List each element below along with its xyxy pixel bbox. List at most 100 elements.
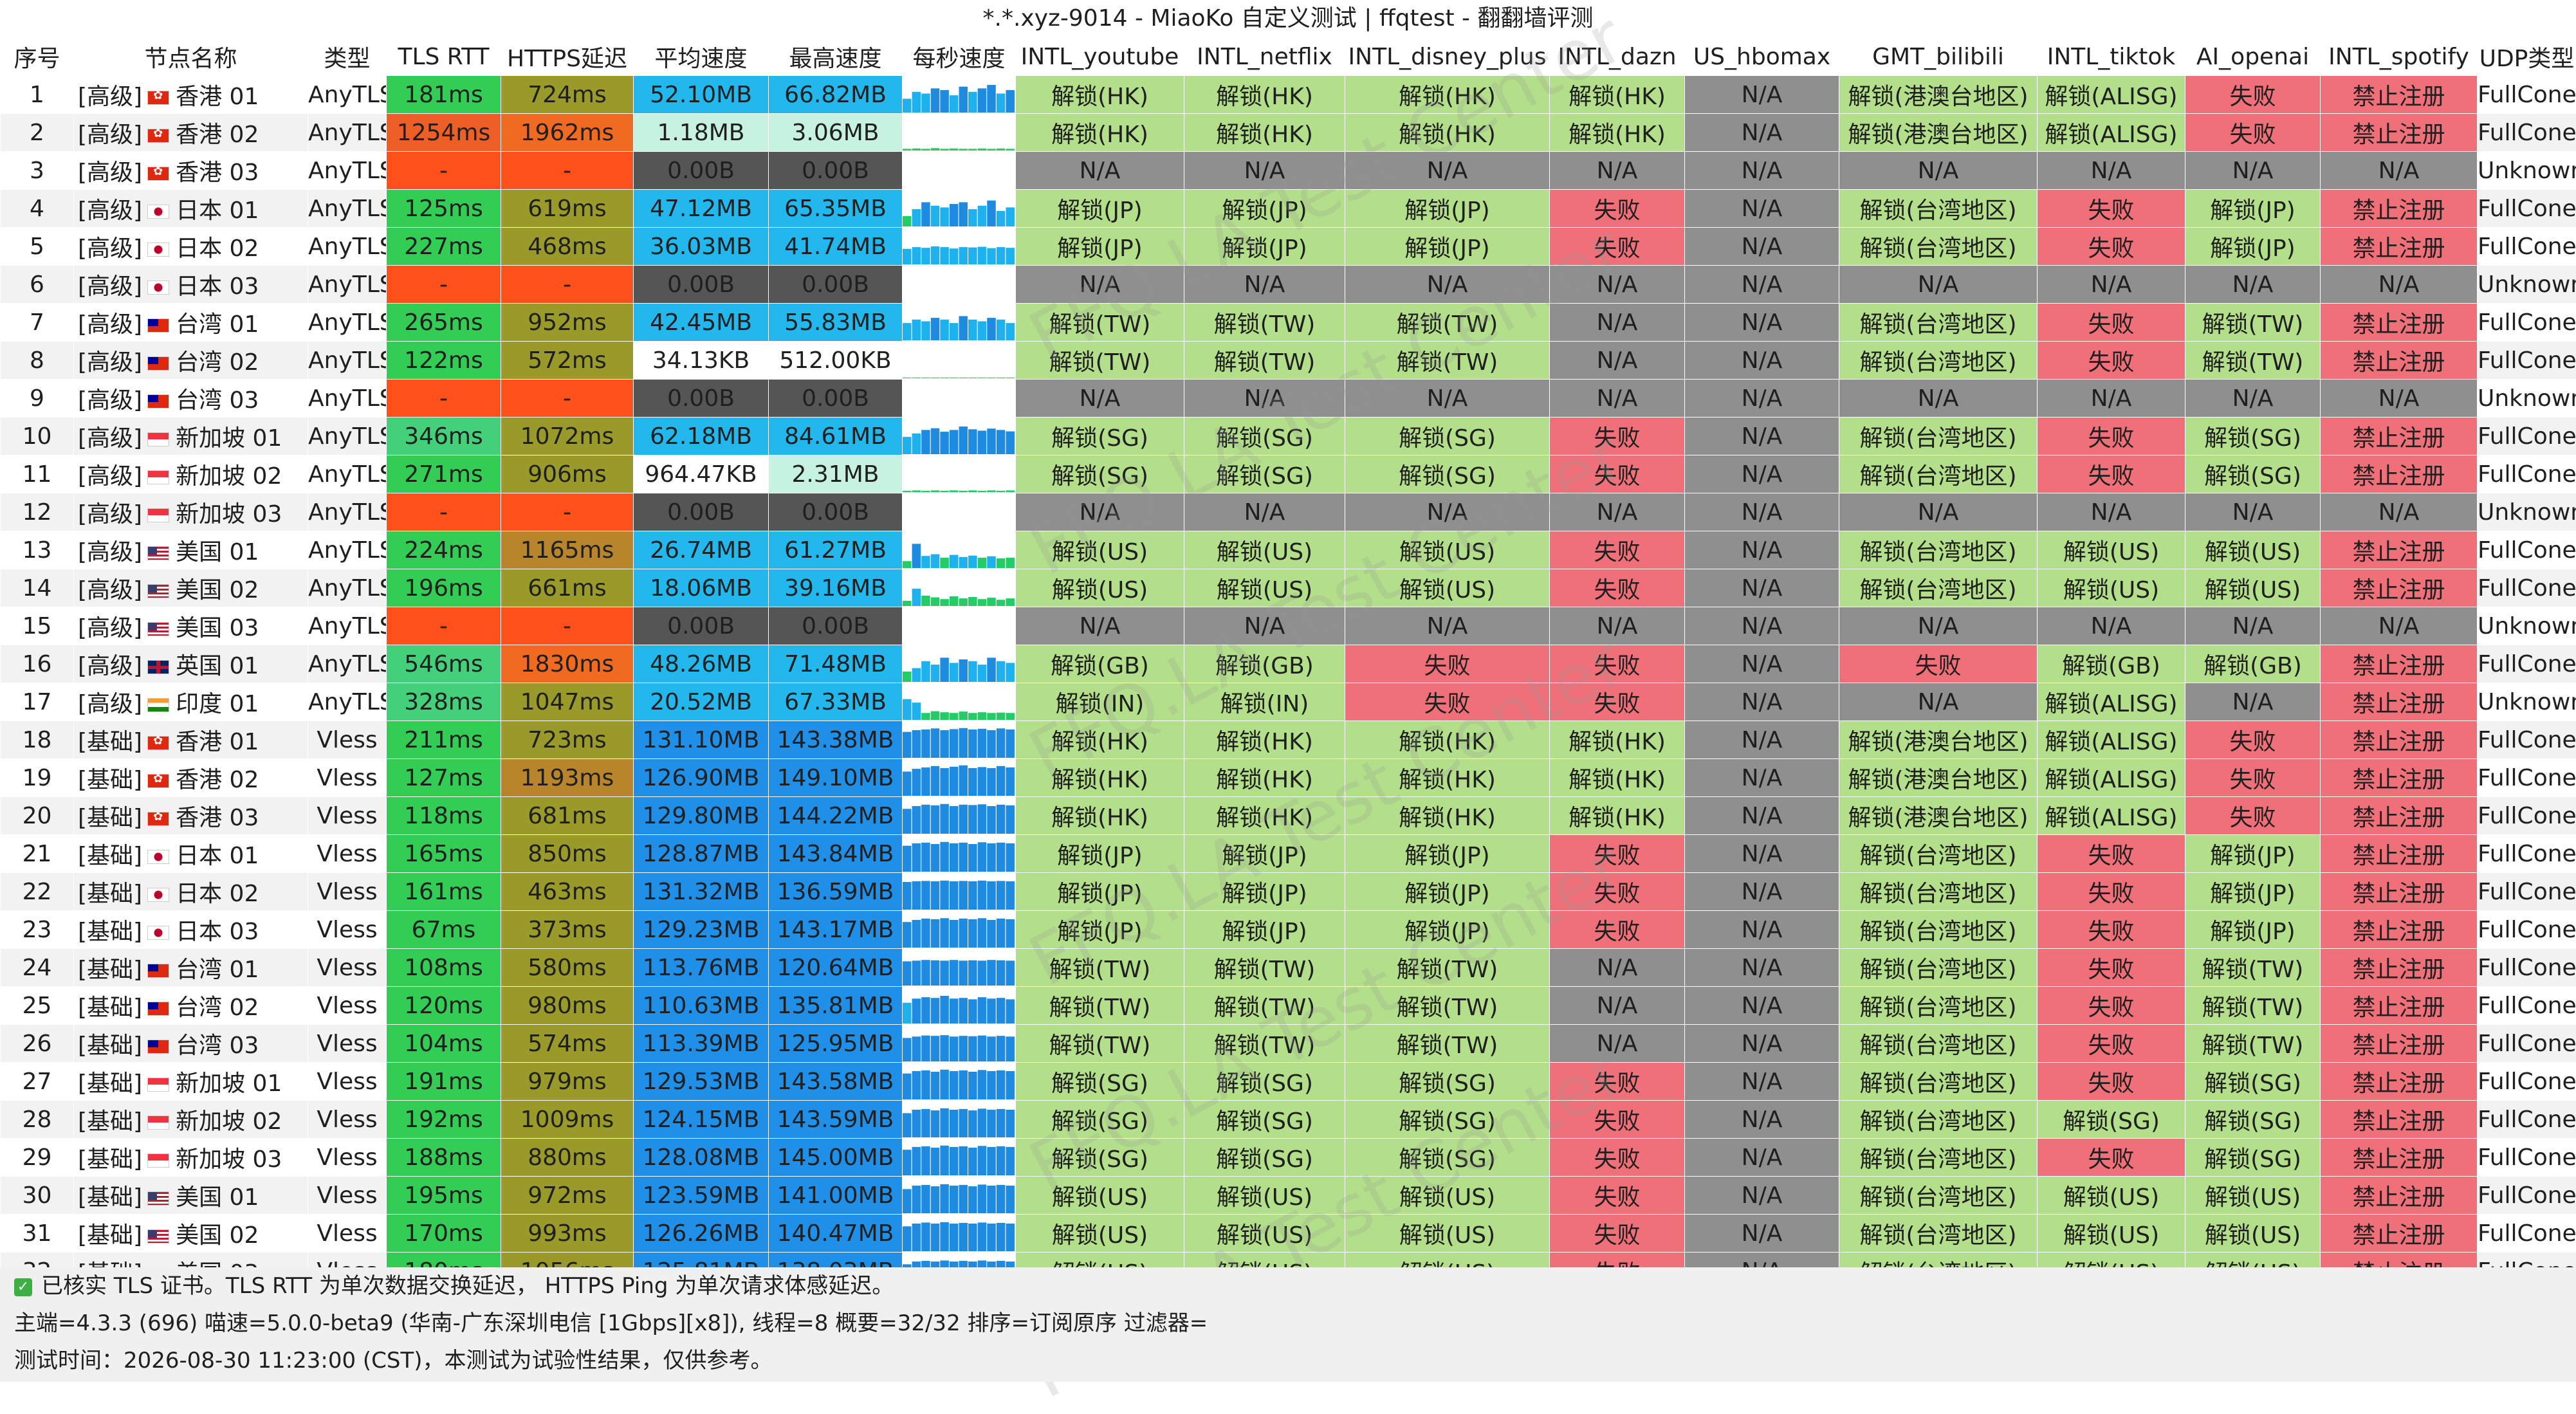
column-header[interactable]: UDP类型 <box>2478 38 2576 76</box>
table-row[interactable]: 15[高级]美国 03AnyTLS--0.00B0.00BN/AN/AN/AN/… <box>1 607 2576 645</box>
per-second-speed <box>903 721 1016 759</box>
speed-bar <box>931 88 940 113</box>
table-row[interactable]: 27[基础]新加坡 01Vless191ms979ms129.53MB143.5… <box>1 1063 2576 1101</box>
table-row[interactable]: 3[高级]香港 03AnyTLS--0.00B0.00BN/AN/AN/AN/A… <box>1 152 2576 190</box>
https-latency: 1165ms <box>501 531 634 569</box>
column-header[interactable]: INTL_spotify <box>2321 38 2478 76</box>
table-row[interactable]: 23[基础]日本 03Vless67ms373ms129.23MB143.17M… <box>1 911 2576 949</box>
node-tier: [高级] <box>78 160 142 186</box>
node-name: 台湾 02 <box>176 995 259 1021</box>
column-header[interactable]: 类型 <box>308 38 387 76</box>
stream-result: 失败 <box>2038 1063 2185 1101</box>
node-type: Vless <box>308 721 387 759</box>
column-header[interactable]: INTL_tiktok <box>2038 38 2185 76</box>
stream-result: 解锁(SG) <box>1016 1101 1184 1139</box>
table-row[interactable]: 6[高级]日本 03AnyTLS--0.00B0.00BN/AN/AN/AN/A… <box>1 266 2576 304</box>
table-row[interactable]: 16[高级]英国 01AnyTLS546ms1830ms48.26MB71.48… <box>1 645 2576 683</box>
column-header[interactable]: HTTPS延迟 <box>501 38 634 76</box>
table-row[interactable]: 14[高级]美国 02AnyTLS196ms661ms18.06MB39.16M… <box>1 569 2576 607</box>
stream-result: 禁止注册 <box>2321 342 2478 380</box>
speed-bar <box>931 206 940 226</box>
node-type: AnyTLS <box>308 569 387 607</box>
tls-rtt: 118ms <box>387 797 501 835</box>
column-header[interactable]: 最高速度 <box>769 38 903 76</box>
speed-bar <box>987 598 996 606</box>
table-row[interactable]: 12[高级]新加坡 03AnyTLS--0.00B0.00BN/AN/AN/AN… <box>1 493 2576 531</box>
table-row[interactable]: 17[高级]印度 01AnyTLS328ms1047ms20.52MB67.33… <box>1 683 2576 721</box>
column-header[interactable]: INTL_youtube <box>1016 38 1184 76</box>
footer-line-2: 主端=4.3.3 (696) 喵速=5.0.0-beta9 (华南-广东深圳电信… <box>0 1305 2576 1342</box>
table-row[interactable]: 4[高级]日本 01AnyTLS125ms619ms47.12MB65.35MB… <box>1 190 2576 228</box>
column-header[interactable]: TLS RTT <box>387 38 501 76</box>
https-latency: 1962ms <box>501 114 634 152</box>
speed-bar <box>940 730 949 758</box>
column-header[interactable]: INTL_netflix <box>1184 38 1345 76</box>
row-index: 23 <box>1 911 74 949</box>
max-speed: 65.35MB <box>769 190 903 228</box>
column-header[interactable]: US_hbomax <box>1685 38 1839 76</box>
column-header[interactable]: INTL_disney_plus <box>1345 38 1550 76</box>
table-row[interactable]: 20[基础]香港 03Vless118ms681ms129.80MB144.22… <box>1 797 2576 835</box>
column-header[interactable]: GMT_bilibili <box>1839 38 2038 76</box>
table-row[interactable]: 25[基础]台湾 02Vless120ms980ms110.63MB135.81… <box>1 987 2576 1025</box>
udp-type: FullCone <box>2478 949 2576 987</box>
speed-bar <box>997 1185 1006 1213</box>
stream-result: N/A <box>1016 152 1184 190</box>
speed-bar <box>931 1110 940 1137</box>
footer-line-1: ✓已核实 TLS 证书。TLS RTT 为单次数据交换延迟， HTTPS Pin… <box>0 1267 2576 1305</box>
table-row[interactable]: 10[高级]新加坡 01AnyTLS346ms1072ms62.18MB84.6… <box>1 418 2576 455</box>
table-row[interactable]: 1[高级]香港 01AnyTLS181ms724ms52.10MB66.82MB… <box>1 76 2576 114</box>
speed-bar <box>1006 1147 1015 1175</box>
table-row[interactable]: 21[基础]日本 01Vless165ms850ms128.87MB143.84… <box>1 835 2576 873</box>
stream-result: 解锁(US) <box>1184 1215 1345 1253</box>
stream-result: 失败 <box>2038 987 2185 1025</box>
table-row[interactable]: 31[基础]美国 02Vless170ms993ms126.26MB140.47… <box>1 1215 2576 1253</box>
table-row[interactable]: 28[基础]新加坡 02Vless192ms1009ms124.15MB143.… <box>1 1101 2576 1139</box>
stream-result: 解锁(HK) <box>1016 759 1184 797</box>
node-name: 新加坡 01 <box>176 1070 282 1097</box>
speed-bar <box>912 730 921 758</box>
speed-bar <box>903 149 912 151</box>
column-header[interactable]: 平均速度 <box>634 38 769 76</box>
table-row[interactable]: 19[基础]香港 02Vless127ms1193ms126.90MB149.1… <box>1 759 2576 797</box>
table-row[interactable]: 2[高级]香港 02AnyTLS1254ms1962ms1.18MB3.06MB… <box>1 114 2576 152</box>
speed-bar <box>931 1186 940 1213</box>
node-type: AnyTLS <box>308 683 387 721</box>
node-type: Vless <box>308 1025 387 1063</box>
column-header[interactable]: AI_openai <box>2185 38 2321 76</box>
speed-bar <box>931 1036 940 1061</box>
speed-bar <box>978 88 987 113</box>
table-row[interactable]: 30[基础]美国 01Vless195ms972ms123.59MB141.00… <box>1 1177 2576 1215</box>
column-header[interactable]: 序号 <box>1 38 74 76</box>
table-row[interactable]: 22[基础]日本 02Vless161ms463ms131.32MB136.59… <box>1 873 2576 911</box>
speed-bar <box>950 596 959 606</box>
table-row[interactable]: 26[基础]台湾 03Vless104ms574ms113.39MB125.95… <box>1 1025 2576 1063</box>
speed-bar <box>997 93 1006 113</box>
udp-type: FullCone <box>2478 228 2576 266</box>
table-row[interactable]: 29[基础]新加坡 03Vless188ms880ms128.08MB145.0… <box>1 1139 2576 1177</box>
speed-bar <box>921 321 930 340</box>
flag-sg-icon <box>147 1078 169 1092</box>
table-row[interactable]: 18[基础]香港 01Vless211ms723ms131.10MB143.38… <box>1 721 2576 759</box>
table-row[interactable]: 7[高级]台湾 01AnyTLS265ms952ms42.45MB55.83MB… <box>1 304 2576 342</box>
node-name: 台湾 03 <box>176 1033 259 1059</box>
speed-bar <box>912 960 921 986</box>
table-row[interactable]: 13[高级]美国 01AnyTLS224ms1165ms26.74MB61.27… <box>1 531 2576 569</box>
speed-bar <box>1006 1110 1015 1137</box>
speed-bar <box>959 766 968 796</box>
stream-result: N/A <box>1685 76 1839 114</box>
table-row[interactable]: 9[高级]台湾 03AnyTLS--0.00B0.00BN/AN/AN/AN/A… <box>1 380 2576 418</box>
stream-result: N/A <box>1685 1063 1839 1101</box>
speed-bar <box>997 998 1006 1024</box>
table-row[interactable]: 5[高级]日本 02AnyTLS227ms468ms36.03MB41.74MB… <box>1 228 2576 266</box>
https-latency: 1830ms <box>501 645 634 683</box>
stream-result: 解锁(SG) <box>1184 418 1345 455</box>
stream-result: N/A <box>2185 266 2321 304</box>
table-row[interactable]: 24[基础]台湾 01Vless108ms580ms113.76MB120.64… <box>1 949 2576 987</box>
node-name-cell: [高级]台湾 03 <box>74 380 308 418</box>
table-row[interactable]: 8[高级]台湾 02AnyTLS122ms572ms34.13KB512.00K… <box>1 342 2576 380</box>
column-header[interactable]: 每秒速度 <box>903 38 1016 76</box>
table-row[interactable]: 11[高级]新加坡 02AnyTLS271ms906ms964.47KB2.31… <box>1 455 2576 493</box>
column-header[interactable]: 节点名称 <box>74 38 308 76</box>
column-header[interactable]: INTL_dazn <box>1550 38 1685 76</box>
